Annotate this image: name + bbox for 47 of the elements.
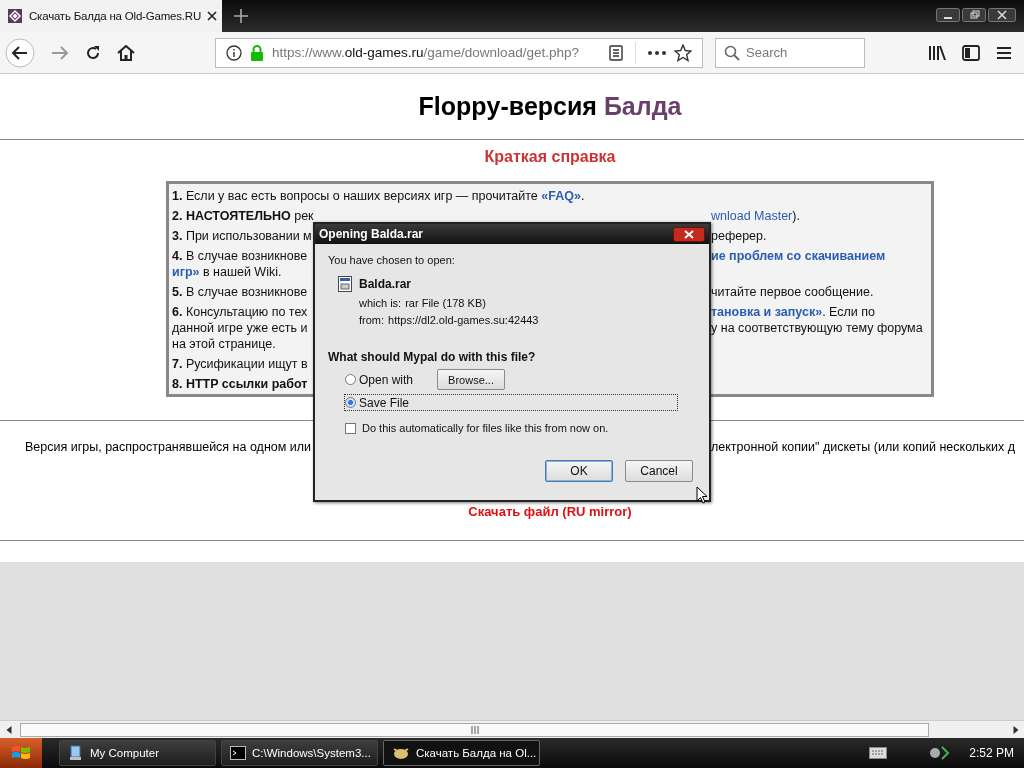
dialog-text: You have chosen to open:: [328, 254, 456, 266]
browser-tab[interactable]: Скачать Балда на Old-Games.RU: [0, 0, 222, 32]
note-text: 7. Русификации ищут в: [172, 356, 309, 372]
file-source: https://dl2.old-games.su:42443: [388, 314, 539, 326]
description-text: лектронной копии" дискеты (или копий нескольких д: [711, 440, 1016, 454]
note-text: игр» в нашей Wiki.: [172, 264, 282, 280]
note-text: 6. Консультацию по тех: [172, 304, 309, 320]
text-link[interactable]: wnload Master: [711, 209, 793, 223]
note-text: читайте первое сообщение.: [711, 284, 874, 300]
checkbox-label[interactable]: Do this automatically for files like this from now on.: [362, 422, 609, 434]
address-field[interactable]: https://www.old-games.ru/game/download/get.php?: [215, 37, 703, 68]
field-label: which is:: [359, 297, 402, 309]
note-text: wnload Master).: [711, 208, 800, 224]
dialog-button[interactable]: Cancel: [625, 460, 693, 482]
note-text: у на соответствующую тему форума: [711, 320, 923, 336]
note-text: реферер.: [711, 228, 767, 244]
dialog-title: Opening Balda.rar: [319, 227, 424, 241]
radio-option[interactable]: Save File: [345, 395, 677, 410]
note-text: 2. НАСТОЯТЕЛЬНО рек: [172, 208, 313, 224]
search-field[interactable]: Search: [715, 37, 865, 68]
clock[interactable]: 2:52 PM: [969, 746, 1014, 760]
field-label: from:: [359, 314, 385, 326]
text-link[interactable]: «FAQ»: [541, 189, 581, 203]
note-text: 4. В случае возникнове: [172, 248, 309, 264]
page-title: Floppy-версия Балда: [418, 92, 682, 121]
taskbar-item[interactable]: My Computer: [59, 740, 216, 766]
note-text: 8. HTTP ссылки работ: [172, 376, 309, 392]
note-text: 3. При использовании м: [172, 228, 313, 244]
note-text: на этой странице.: [172, 336, 276, 352]
section-title: Краткая справка: [483, 148, 617, 166]
download-link[interactable]: Скачать файл (RU mirror): [468, 504, 632, 519]
text-link[interactable]: тановка и запуск»: [711, 305, 823, 319]
description-text: Версия игры, распространявшейся на одном или: [25, 440, 313, 454]
browse-button[interactable]: Browse...: [437, 369, 506, 390]
file-name: Balda.rar: [359, 277, 412, 291]
file-type: rar File (178 KB): [405, 297, 486, 309]
text-link[interactable]: ие проблем со скачиванием: [711, 249, 886, 263]
dialog-button[interactable]: OK: [545, 460, 613, 482]
note-text: данной игре уже есть и: [172, 320, 309, 336]
taskbar-item[interactable]: Скачать Балда на Ol...: [383, 740, 540, 766]
taskbar-item[interactable]: C:\Windows\System3...: [221, 740, 378, 766]
note-text: 5. В случае возникнове: [172, 284, 309, 300]
note-text: 1. Если у вас есть вопросы о наших версиях игр — прочитайте «FAQ».: [172, 188, 585, 204]
radio-option[interactable]: Open with: [345, 372, 418, 387]
note-text: тановка и запуск». Если по: [711, 304, 875, 320]
text-link[interactable]: игр»: [172, 265, 200, 279]
dialog-question: What should Mypal do with this file?: [328, 350, 537, 364]
